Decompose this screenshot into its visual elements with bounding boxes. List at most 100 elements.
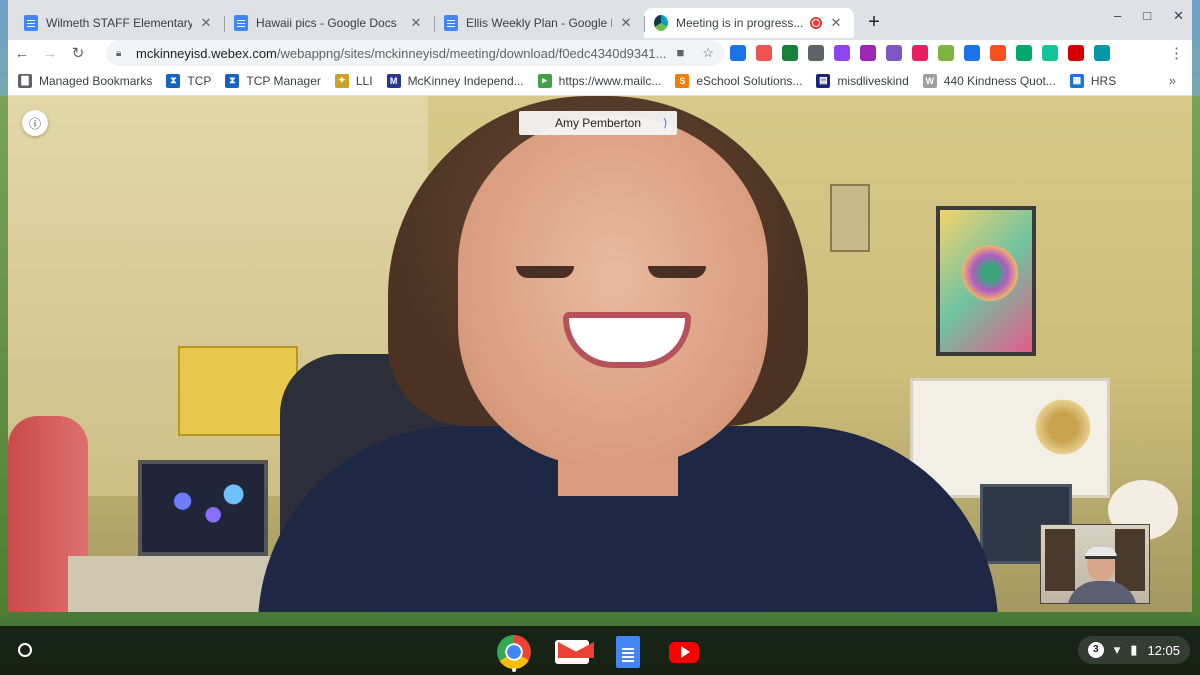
battery-icon: ▮ bbox=[1130, 642, 1138, 657]
tab-title: Meeting is in progress... bbox=[676, 16, 804, 30]
chrome-window: Wilmeth STAFF Elementary One ✕ Hawaii pi… bbox=[8, 0, 1192, 612]
ext-green-square-icon[interactable] bbox=[1016, 45, 1032, 61]
ext-puzzle-icon[interactable] bbox=[860, 45, 876, 61]
menu-icon[interactable]: ⋮ bbox=[1169, 44, 1184, 62]
bookmark-label: TCP bbox=[187, 73, 212, 88]
self-view-video[interactable] bbox=[1040, 524, 1150, 604]
speaker-eye bbox=[648, 266, 706, 278]
bookmark-label: LLI bbox=[355, 73, 373, 88]
tab-title: Ellis Weekly Plan - Google Docs bbox=[466, 16, 612, 30]
tab-strip: Wilmeth STAFF Elementary One ✕ Hawaii pi… bbox=[8, 0, 1192, 40]
close-icon[interactable]: ✕ bbox=[408, 15, 424, 31]
bookmark-label: misdliveskind bbox=[837, 73, 909, 88]
bookmark-label: TCP Manager bbox=[246, 73, 321, 88]
clock: 12:05 bbox=[1147, 642, 1180, 658]
ext-red-square-icon[interactable] bbox=[1068, 45, 1084, 61]
close-icon[interactable]: ✕ bbox=[828, 15, 844, 31]
back-button[interactable]: ← bbox=[8, 45, 36, 62]
tcp-icon: ⧗ bbox=[225, 73, 240, 88]
star-icon[interactable]: ☆ bbox=[702, 45, 714, 61]
self-view-cap bbox=[1085, 547, 1117, 559]
camera-icon[interactable]: ■ bbox=[676, 45, 684, 61]
notification-count-badge: 3 bbox=[1087, 642, 1104, 658]
ext-screencast-icon[interactable] bbox=[756, 45, 772, 61]
browser-toolbar: ← → ↻ 🔒︎ mckinneyisd.webex.com /webappng… bbox=[8, 40, 1192, 66]
bookmark-item[interactable]: SeSchool Solutions... bbox=[675, 73, 803, 88]
system-tray[interactable]: 3 ▾ ▮ 12:05 bbox=[1077, 636, 1190, 664]
chrome-app-icon[interactable] bbox=[496, 634, 532, 670]
bookmark-label: Managed Bookmarks bbox=[39, 73, 153, 88]
bookmark-label: eSchool Solutions... bbox=[696, 73, 803, 88]
ext-pdf-icon[interactable] bbox=[886, 45, 902, 61]
youtube-app-icon[interactable] bbox=[666, 634, 702, 670]
docs-icon bbox=[444, 15, 458, 31]
ext-purple-icon[interactable] bbox=[834, 45, 850, 61]
ext-grammarly-icon[interactable] bbox=[1042, 45, 1058, 61]
w-icon: W bbox=[922, 73, 937, 88]
close-icon[interactable]: ✕ bbox=[198, 15, 214, 31]
ext-star-icon[interactable] bbox=[938, 45, 954, 61]
bookmark-item[interactable]: ▇ Managed Bookmarks bbox=[18, 73, 153, 88]
active-speaker-video bbox=[238, 96, 1018, 612]
bookmark-label: McKinney Independ... bbox=[407, 73, 524, 88]
maximize-button[interactable]: □ bbox=[1143, 8, 1151, 24]
chromeos-shelf: 3 ▾ ▮ 12:05 bbox=[0, 626, 1200, 675]
tab-meeting-in-progress[interactable]: Meeting is in progress... ✕ bbox=[644, 8, 854, 38]
bookmark-item[interactable]: ⧗ TCP Manager bbox=[225, 73, 321, 88]
address-bar[interactable]: 🔒︎ mckinneyisd.webex.com /webappng/sites… bbox=[106, 40, 724, 66]
bookmark-item[interactable]: ▸ https://www.mailc... bbox=[537, 73, 661, 88]
close-window-button[interactable]: ✕ bbox=[1173, 8, 1184, 24]
bookmark-label: 440 Kindness Quot... bbox=[943, 73, 1056, 88]
tab-ellis-weekly-plan[interactable]: Ellis Weekly Plan - Google Docs ✕ bbox=[434, 8, 644, 38]
tab-wilmeth-staff[interactable]: Wilmeth STAFF Elementary One ✕ bbox=[14, 8, 224, 38]
bookmarks-bar: ▇ Managed Bookmarks ⧗ TCP ⧗ TCP Manager ✦ LLI M M… bbox=[8, 66, 1192, 96]
omnibox-actions: ■ ☆ bbox=[676, 45, 714, 61]
ext-heart-icon[interactable] bbox=[912, 45, 928, 61]
ext-green-plus-icon[interactable] bbox=[782, 45, 798, 61]
url-host: mckinneyisd.webex.com bbox=[136, 45, 277, 61]
docs-icon bbox=[234, 15, 248, 31]
ext-color-wheel-icon[interactable] bbox=[990, 45, 1006, 61]
speaker-smile bbox=[563, 312, 691, 368]
self-view-window bbox=[1045, 529, 1075, 591]
webex-icon bbox=[654, 15, 668, 31]
forward-button[interactable]: → bbox=[36, 45, 64, 62]
docs-app-icon[interactable] bbox=[610, 634, 646, 670]
docs-icon bbox=[24, 15, 38, 31]
ext-v-icon[interactable] bbox=[730, 45, 746, 61]
lli-icon: ✦ bbox=[334, 73, 349, 88]
self-view-window bbox=[1115, 529, 1145, 591]
webex-meeting-view: ⓘ Amy Pemberton ) bbox=[8, 96, 1192, 612]
ext-circle-icon[interactable] bbox=[1094, 45, 1110, 61]
close-icon[interactable]: ✕ bbox=[618, 15, 634, 31]
bookmarks-more-icon[interactable]: » bbox=[1169, 73, 1176, 88]
bookmark-item[interactable]: ⧗ TCP bbox=[166, 73, 212, 88]
sfe-icon: S bbox=[675, 73, 690, 88]
mailchimp-icon: ▸ bbox=[537, 73, 552, 88]
minimize-button[interactable]: – bbox=[1114, 8, 1121, 24]
bookmark-item[interactable]: ▤ misdliveskind bbox=[816, 73, 909, 88]
speaker-face bbox=[458, 116, 768, 466]
gmail-app-icon[interactable] bbox=[554, 634, 590, 670]
ext-shield-icon[interactable] bbox=[808, 45, 824, 61]
m-icon: M bbox=[386, 73, 401, 88]
bookmark-item[interactable]: W 440 Kindness Quot... bbox=[922, 73, 1056, 88]
bookmark-item[interactable]: ✦ LLI bbox=[334, 73, 373, 88]
bookmark-item[interactable]: M McKinney Independ... bbox=[386, 73, 524, 88]
launcher-button[interactable] bbox=[18, 643, 32, 657]
tab-title: Hawaii pics - Google Docs bbox=[256, 16, 397, 30]
tab-hawaii-pics[interactable]: Hawaii pics - Google Docs ✕ bbox=[224, 8, 434, 38]
running-app-indicator bbox=[512, 668, 516, 672]
bookmark-item[interactable]: ▦ HRS bbox=[1069, 73, 1116, 88]
reload-button[interactable]: ↻ bbox=[64, 44, 92, 62]
desktop-wallpaper-left bbox=[0, 96, 8, 616]
site-icon: ▤ bbox=[816, 73, 831, 88]
tcp-icon: ⧗ bbox=[166, 73, 181, 88]
active-speaker-label: Amy Pemberton ) bbox=[519, 111, 677, 135]
ext-dropper-icon[interactable] bbox=[964, 45, 980, 61]
new-tab-button[interactable]: + bbox=[862, 11, 886, 35]
speaking-indicator-icon: ) bbox=[663, 117, 667, 129]
wifi-icon: ▾ bbox=[1113, 642, 1121, 657]
meeting-info-button[interactable]: ⓘ bbox=[22, 110, 48, 136]
calendar-icon: ▦ bbox=[1069, 73, 1084, 88]
